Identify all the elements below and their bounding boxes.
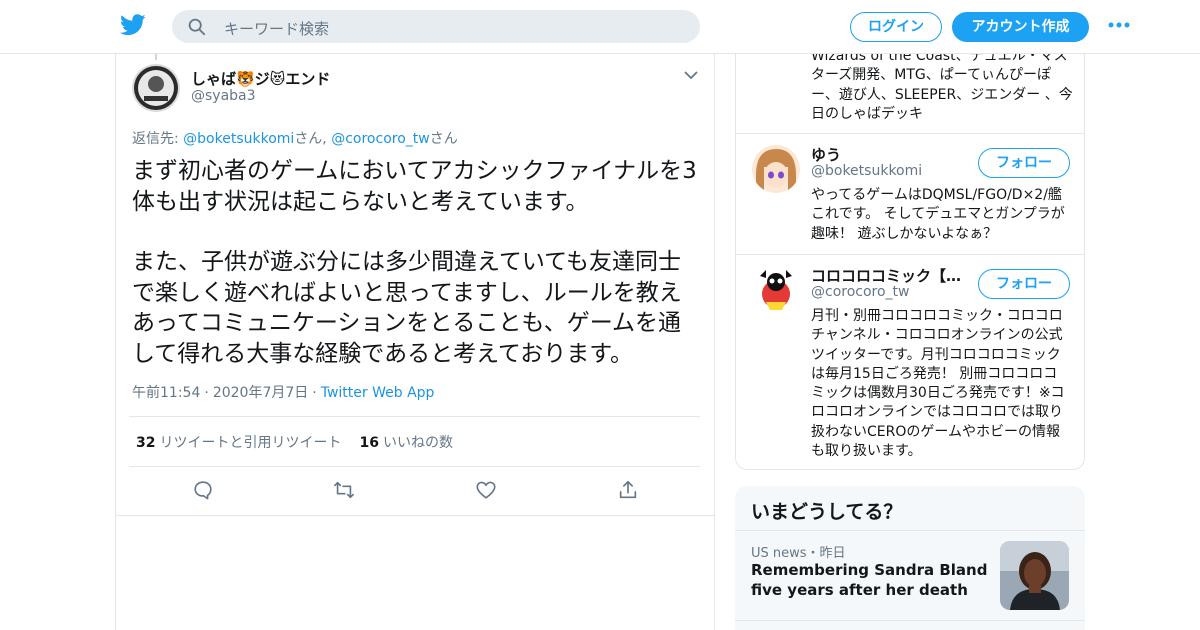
trend-meta: US news・昨日 — [751, 546, 846, 561]
reply-prefix: 返信先: — [132, 131, 184, 147]
chevron-down-icon[interactable] — [684, 70, 698, 80]
thread-connector — [155, 54, 157, 60]
like-label: いいねの数 — [382, 435, 453, 451]
retweet-count: 32 — [136, 435, 156, 451]
retweet-stat[interactable]: 32 リツイートと引用リツイート — [136, 435, 341, 451]
tweet-paragraph: まず初心者のゲームにおいてアカシックファイナルを3体も出す状況は起こらないと考え… — [132, 158, 697, 215]
tweet-paragraph: また、子供が遊ぶ分には多少間違えていても友達同士で楽しく遊べればよいと思ってます… — [132, 249, 682, 367]
author-handle[interactable]: @syaba3 — [191, 88, 256, 104]
tweet-date[interactable]: 2020年7月7日 — [213, 385, 308, 401]
retweet-label: リツイートと引用リツイート — [159, 435, 342, 451]
user-name[interactable]: コロコロコミック【… — [811, 265, 961, 286]
user-avatar[interactable] — [752, 145, 800, 193]
login-button[interactable]: ログイン — [850, 12, 942, 42]
user-avatar[interactable] — [752, 266, 800, 314]
retweet-icon[interactable] — [333, 479, 355, 501]
divider — [736, 254, 1084, 255]
trend-thumbnail[interactable] — [1000, 541, 1069, 610]
tweet-metadata: 午前11:54 · 2020年7月7日 · Twitter Web App — [132, 385, 435, 401]
reply-suffix: さん, — [294, 131, 332, 147]
author-avatar-image — [132, 64, 180, 112]
like-stat[interactable]: 16 いいねの数 — [359, 435, 452, 451]
tweet-time[interactable]: 午前11:54 — [132, 385, 200, 401]
tweet-source-link[interactable]: Twitter Web App — [321, 385, 435, 401]
trend-headline[interactable]: Remembering Sandra Bland five years afte… — [751, 561, 991, 600]
reply-user-link[interactable]: @corocoro_tw — [331, 131, 430, 147]
reply-user-link[interactable]: @boketsukkomi — [183, 131, 294, 147]
user-avatar-image — [752, 266, 800, 314]
more-dots-icon[interactable] — [1108, 18, 1130, 32]
divider — [129, 416, 700, 417]
tweet-text: まず初心者のゲームにおいてアカシックファイナルを3体も出す状況は起こらないと考え… — [132, 156, 702, 399]
tweet-stats: 32 リツイートと引用リツイート 16 いいねの数 — [136, 432, 453, 452]
author-avatar[interactable] — [132, 64, 180, 112]
top-navigation-bar: キーワード検索 ログイン アカウント作成 — [0, 0, 1200, 54]
trends-card: いまどうしてる？ US news・昨日 Remembering Sandra B… — [735, 486, 1085, 630]
author-name[interactable]: しゃば🐯ジ😻エンド — [191, 68, 330, 89]
user-bio: やってるゲームはDQMSL/FGO/D×2/艦これです。 そしてデュエマとガンプ… — [811, 187, 1065, 242]
twitter-bird-icon[interactable] — [120, 14, 146, 36]
user-name[interactable]: ゆう — [811, 144, 841, 165]
like-count: 16 — [359, 435, 379, 451]
follow-button[interactable]: フォロー — [978, 269, 1070, 299]
search-bar[interactable]: キーワード検索 — [172, 10, 700, 43]
user-handle[interactable]: @corocoro_tw — [811, 284, 910, 300]
reply-suffix: さん — [429, 131, 458, 147]
divider — [735, 530, 1085, 531]
search-placeholder[interactable]: キーワード検索 — [224, 18, 329, 39]
signup-button[interactable]: アカウント作成 — [952, 12, 1089, 42]
reply-to-line: 返信先: @boketsukkomiさん, @corocoro_twさん — [132, 128, 458, 148]
tweet-column: しゃば🐯ジ😻エンド @syaba3 返信先: @boketsukkomiさん, … — [115, 54, 715, 630]
trends-title: いまどうしてる？ — [751, 501, 903, 523]
follow-button[interactable]: フォロー — [978, 148, 1070, 178]
like-icon[interactable] — [475, 479, 497, 501]
trend-thumbnail-image — [1000, 541, 1069, 610]
search-icon — [188, 18, 206, 36]
divider — [116, 515, 714, 516]
share-icon[interactable] — [617, 479, 639, 501]
user-bio: Wizards of the Coast、デュエル・マスターズ開発、MTG、ぱー… — [811, 48, 1073, 122]
divider — [129, 466, 700, 467]
user-bio: 月刊・別冊コロコロコミック・コロコロチャンネル・コロコロオンラインの公式ツイッタ… — [811, 308, 1065, 460]
user-handle[interactable]: @boketsukkomi — [811, 163, 922, 179]
divider — [735, 620, 1085, 621]
reply-icon[interactable] — [192, 479, 214, 501]
divider — [736, 133, 1084, 134]
related-users-card: Wizards of the Coast、デュエル・マスターズ開発、MTG、ぱー… — [735, 40, 1085, 470]
user-avatar-image — [752, 145, 800, 193]
